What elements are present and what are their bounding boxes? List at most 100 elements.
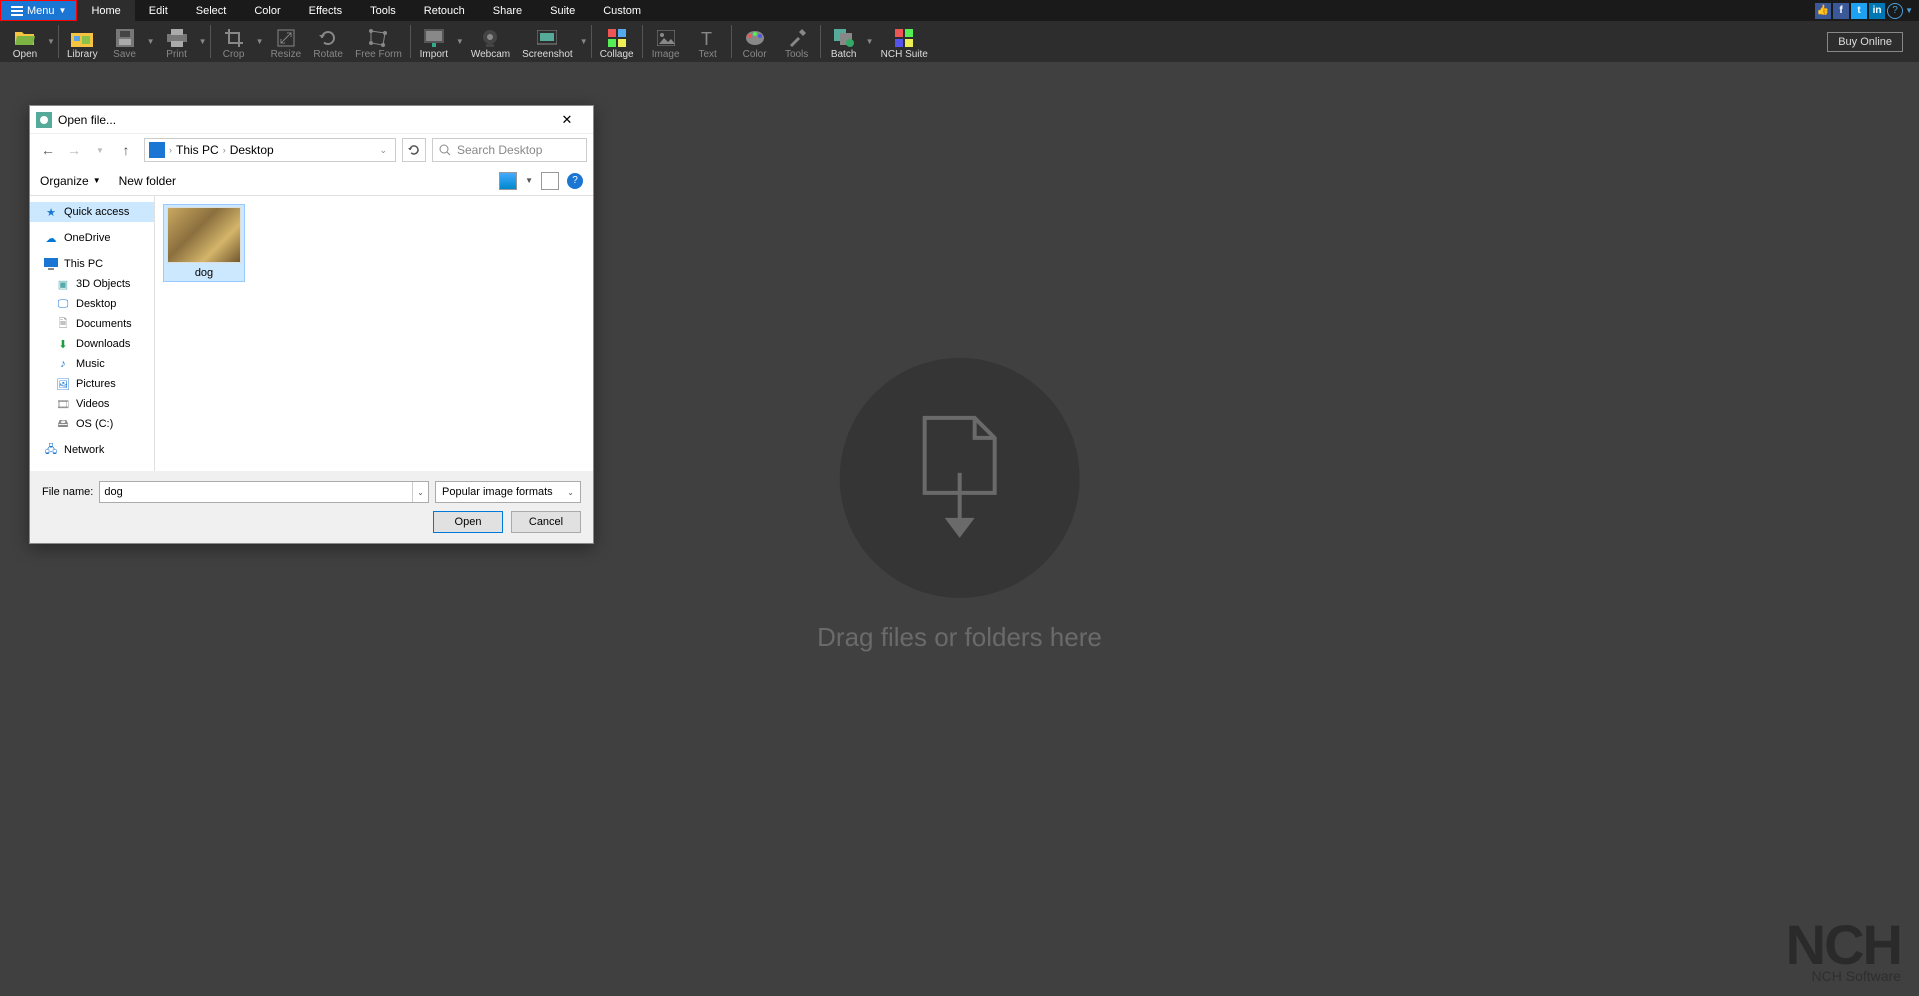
tools-button[interactable]: Tools xyxy=(776,21,818,62)
tab-retouch[interactable]: Retouch xyxy=(410,0,479,21)
sidebar-item-documents[interactable]: 🗎 Documents xyxy=(30,314,154,334)
file-thumbnail xyxy=(167,207,241,263)
image-button[interactable]: Image xyxy=(645,21,687,62)
sidebar-item-3dobjects[interactable]: ▣ 3D Objects xyxy=(30,274,154,294)
tab-custom[interactable]: Custom xyxy=(589,0,655,21)
breadcrumb-root[interactable]: This PC xyxy=(176,143,219,157)
open-file-button[interactable]: Open xyxy=(433,511,503,533)
back-button[interactable]: ← xyxy=(36,138,60,162)
new-folder-button[interactable]: New folder xyxy=(119,174,176,188)
rotate-button[interactable]: Rotate xyxy=(307,21,349,62)
twitter-icon[interactable]: t xyxy=(1851,3,1867,19)
save-dropdown[interactable]: ▼ xyxy=(146,21,156,62)
open-button[interactable]: Open xyxy=(4,21,46,62)
sidebar-item-osc[interactable]: 🖴 OS (C:) xyxy=(30,414,154,434)
tab-edit[interactable]: Edit xyxy=(135,0,182,21)
filename-input[interactable] xyxy=(100,482,412,502)
drop-text: Drag files or folders here xyxy=(817,622,1102,653)
recent-dropdown[interactable]: ▼ xyxy=(88,138,112,162)
import-button[interactable]: Import xyxy=(413,21,455,62)
cancel-button[interactable]: Cancel xyxy=(511,511,581,533)
dialog-body: ★ Quick access ☁ OneDrive This PC ▣ 3D O… xyxy=(30,196,593,471)
collage-icon xyxy=(605,28,629,48)
color-button[interactable]: Color xyxy=(734,21,776,62)
facebook-icon[interactable]: f xyxy=(1833,3,1849,19)
chevron-down-icon: ▼ xyxy=(59,6,67,15)
filename-dropdown[interactable]: ⌄ xyxy=(412,482,428,502)
tab-home[interactable]: Home xyxy=(77,0,134,21)
music-icon: ♪ xyxy=(56,357,70,371)
print-dropdown[interactable]: ▼ xyxy=(198,21,208,62)
open-dropdown[interactable]: ▼ xyxy=(46,21,56,62)
crop-button[interactable]: Crop xyxy=(213,21,255,62)
like-icon[interactable]: 👍 xyxy=(1815,3,1831,19)
sidebar-item-desktop[interactable]: 🖵 Desktop xyxy=(30,294,154,314)
tab-suite[interactable]: Suite xyxy=(536,0,589,21)
pc-icon xyxy=(44,257,58,271)
sidebar-item-onedrive[interactable]: ☁ OneDrive xyxy=(30,228,154,248)
batch-dropdown[interactable]: ▼ xyxy=(865,21,875,62)
ribbon-label: NCH Suite xyxy=(881,49,928,60)
screenshot-dropdown[interactable]: ▼ xyxy=(579,21,589,62)
screenshot-button[interactable]: Screenshot xyxy=(516,21,579,62)
print-button[interactable]: Print xyxy=(156,21,198,62)
tab-share[interactable]: Share xyxy=(479,0,536,21)
linkedin-icon[interactable]: in xyxy=(1869,3,1885,19)
up-button[interactable]: ↑ xyxy=(114,138,138,162)
suite-icon xyxy=(892,28,916,48)
organize-button[interactable]: Organize ▼ xyxy=(40,174,101,188)
watermark: NCH NCH Software xyxy=(1786,923,1901,984)
tab-effects[interactable]: Effects xyxy=(295,0,356,21)
breadcrumb[interactable]: › This PC › Desktop ⌄ xyxy=(144,138,396,162)
tab-select[interactable]: Select xyxy=(182,0,241,21)
separator xyxy=(591,25,592,58)
sidebar-item-thispc[interactable]: This PC xyxy=(30,254,154,274)
import-dropdown[interactable]: ▼ xyxy=(455,21,465,62)
sidebar-item-network[interactable]: 🖧 Network xyxy=(30,440,154,460)
refresh-button[interactable] xyxy=(402,138,426,162)
file-type-filter[interactable]: Popular image formats ⌄ xyxy=(435,481,581,503)
preview-pane-button[interactable] xyxy=(541,172,559,190)
view-dropdown[interactable]: ▼ xyxy=(525,176,533,185)
webcam-icon xyxy=(478,28,502,48)
menu-button[interactable]: Menu ▼ xyxy=(0,0,77,21)
dialog-titlebar: Open file... ✕ xyxy=(30,106,593,134)
sidebar-item-downloads[interactable]: ⬇ Downloads xyxy=(30,334,154,354)
save-button[interactable]: Save xyxy=(104,21,146,62)
nchsuite-button[interactable]: NCH Suite xyxy=(875,21,934,62)
help-button[interactable]: ? xyxy=(567,173,583,189)
crop-dropdown[interactable]: ▼ xyxy=(255,21,265,62)
breadcrumb-folder[interactable]: Desktop xyxy=(230,143,274,157)
tab-color[interactable]: Color xyxy=(240,0,294,21)
resize-button[interactable]: Resize xyxy=(265,21,308,62)
search-input[interactable]: Search Desktop xyxy=(432,138,587,162)
sidebar-label: Pictures xyxy=(76,378,116,390)
help-icon[interactable]: ? xyxy=(1887,3,1903,19)
chevron-down-icon[interactable]: ▼ xyxy=(1905,6,1913,15)
breadcrumb-dropdown[interactable]: ⌄ xyxy=(375,145,391,156)
text-button[interactable]: T Text xyxy=(687,21,729,62)
file-list[interactable]: dog xyxy=(155,196,593,471)
sidebar-label: Quick access xyxy=(64,206,129,218)
buy-online-button[interactable]: Buy Online xyxy=(1827,32,1903,52)
tab-label: Edit xyxy=(149,5,168,17)
collage-button[interactable]: Collage xyxy=(594,21,640,62)
freeform-button[interactable]: Free Form xyxy=(349,21,408,62)
pc-icon xyxy=(149,142,165,158)
batch-button[interactable]: Batch xyxy=(823,21,865,62)
webcam-button[interactable]: Webcam xyxy=(465,21,516,62)
file-item-dog[interactable]: dog xyxy=(163,204,245,282)
open-file-dialog: Open file... ✕ ← → ▼ ↑ › This PC › Deskt… xyxy=(29,105,594,544)
document-icon: 🗎 xyxy=(56,317,70,331)
folder-open-icon xyxy=(13,28,37,48)
close-button[interactable]: ✕ xyxy=(547,107,587,133)
view-mode-button[interactable] xyxy=(499,172,517,190)
sidebar-item-videos[interactable]: 🎞 Videos xyxy=(30,394,154,414)
library-button[interactable]: Library xyxy=(61,21,104,62)
sidebar-item-quick-access[interactable]: ★ Quick access xyxy=(30,202,154,222)
forward-button[interactable]: → xyxy=(62,138,86,162)
drop-hint: Drag files or folders here xyxy=(817,358,1102,653)
sidebar-item-pictures[interactable]: 🖼 Pictures xyxy=(30,374,154,394)
tab-tools[interactable]: Tools xyxy=(356,0,410,21)
sidebar-item-music[interactable]: ♪ Music xyxy=(30,354,154,374)
